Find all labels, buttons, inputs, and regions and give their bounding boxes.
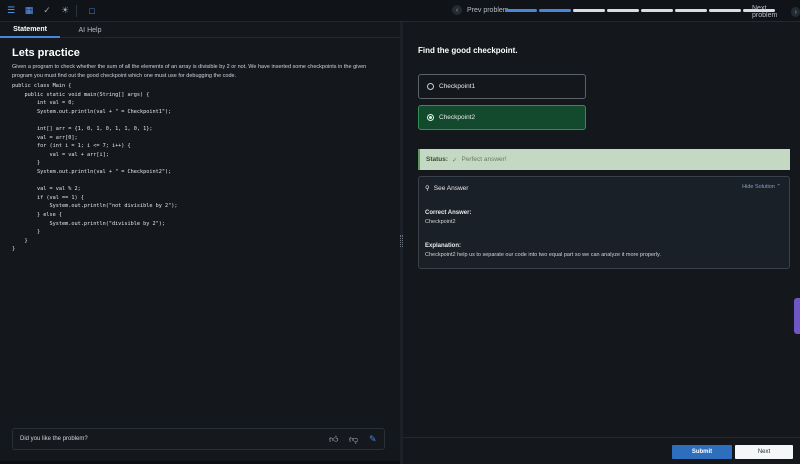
prev-problem-button[interactable]: ‹ Prev problem	[452, 5, 509, 15]
progress-segment	[675, 9, 707, 12]
bookmark-icon[interactable]: □	[85, 4, 99, 18]
tab-ai-help[interactable]: AI Help	[60, 23, 120, 38]
statement-panel: Lets practice Given a program to check w…	[0, 39, 400, 464]
correct-answer-value: Checkpoint2	[425, 219, 456, 225]
problem-progress-bar	[505, 9, 775, 12]
progress-segment	[709, 9, 741, 12]
floating-side-tab[interactable]	[794, 298, 800, 334]
chevron-up-icon: ⌃	[776, 184, 781, 190]
progress-segment	[539, 9, 571, 12]
radio-selected-icon	[427, 114, 434, 121]
thumbs-up-icon[interactable]: 👍︎	[329, 434, 338, 445]
answer-panel: ⚲ See Answer Hide Solution ⌃ Correct Ans…	[418, 176, 790, 269]
feedback-question: Did you like the problem?	[20, 436, 88, 442]
question-panel: Find the good checkpoint. Checkpoint1 Ch…	[403, 22, 800, 437]
page-title: Lets practice	[12, 47, 80, 59]
option-checkpoint1[interactable]: Checkpoint1	[418, 74, 586, 99]
lightbulb-icon: ⚲	[425, 185, 430, 192]
status-label: Status:	[426, 156, 449, 163]
progress-segment	[641, 9, 673, 12]
next-button[interactable]: Next	[735, 445, 793, 459]
tab-statement[interactable]: Statement	[0, 23, 60, 38]
correct-answer-label: Correct Answer:	[425, 210, 472, 216]
code-block: public class Main { public static void m…	[12, 83, 178, 253]
radio-icon	[427, 83, 434, 90]
check-icon[interactable]: ✓	[40, 4, 54, 18]
status-banner: Status: ✓ Perfect answer!	[418, 149, 790, 170]
top-toolbar: ☰ ▦ ✓ ☀ □ ‹ Prev problem Next problem ›	[0, 0, 800, 22]
hide-solution-label: Hide Solution	[742, 184, 775, 190]
comment-icon[interactable]: ✎	[369, 434, 377, 445]
chevron-left-icon: ‹	[452, 5, 462, 15]
problem-description: Given a program to check whether the sum…	[12, 64, 367, 79]
submit-button[interactable]: Submit	[672, 445, 732, 459]
see-answer-header[interactable]: ⚲ See Answer	[425, 184, 469, 193]
divider	[76, 4, 77, 17]
check-icon: ✓	[452, 156, 458, 164]
menu-icon[interactable]: ☰	[4, 4, 18, 18]
prev-problem-label: Prev problem	[467, 6, 509, 14]
status-value: Perfect answer!	[461, 156, 507, 163]
option-checkpoint2[interactable]: Checkpoint2	[418, 105, 586, 130]
hide-solution-button[interactable]: Hide Solution ⌃	[742, 184, 781, 190]
progress-segment	[573, 9, 605, 12]
option-label: Checkpoint1	[439, 83, 476, 90]
explanation-text: Checkpoint2 help us to separate our code…	[425, 252, 661, 258]
progress-segment	[505, 9, 537, 12]
grid-icon[interactable]: ▦	[22, 4, 36, 18]
progress-segment	[607, 9, 639, 12]
question-title: Find the good checkpoint.	[418, 46, 518, 55]
action-footer: Submit Next	[403, 437, 800, 464]
see-answer-label: See Answer	[433, 184, 469, 192]
panel-tabs: Statement AI Help	[0, 23, 400, 38]
thumbs-down-icon[interactable]: 👎︎	[349, 434, 358, 445]
next-problem-button[interactable]: Next problem ›	[752, 5, 800, 19]
explanation-label: Explanation:	[425, 243, 462, 249]
feedback-bar: Did you like the problem? 👍︎ 👎︎ ✎	[12, 428, 385, 450]
sun-icon[interactable]: ☀	[58, 4, 72, 18]
option-label: Checkpoint2	[439, 114, 476, 121]
next-problem-label: Next problem	[752, 5, 778, 19]
chevron-right-icon: ›	[791, 7, 800, 17]
